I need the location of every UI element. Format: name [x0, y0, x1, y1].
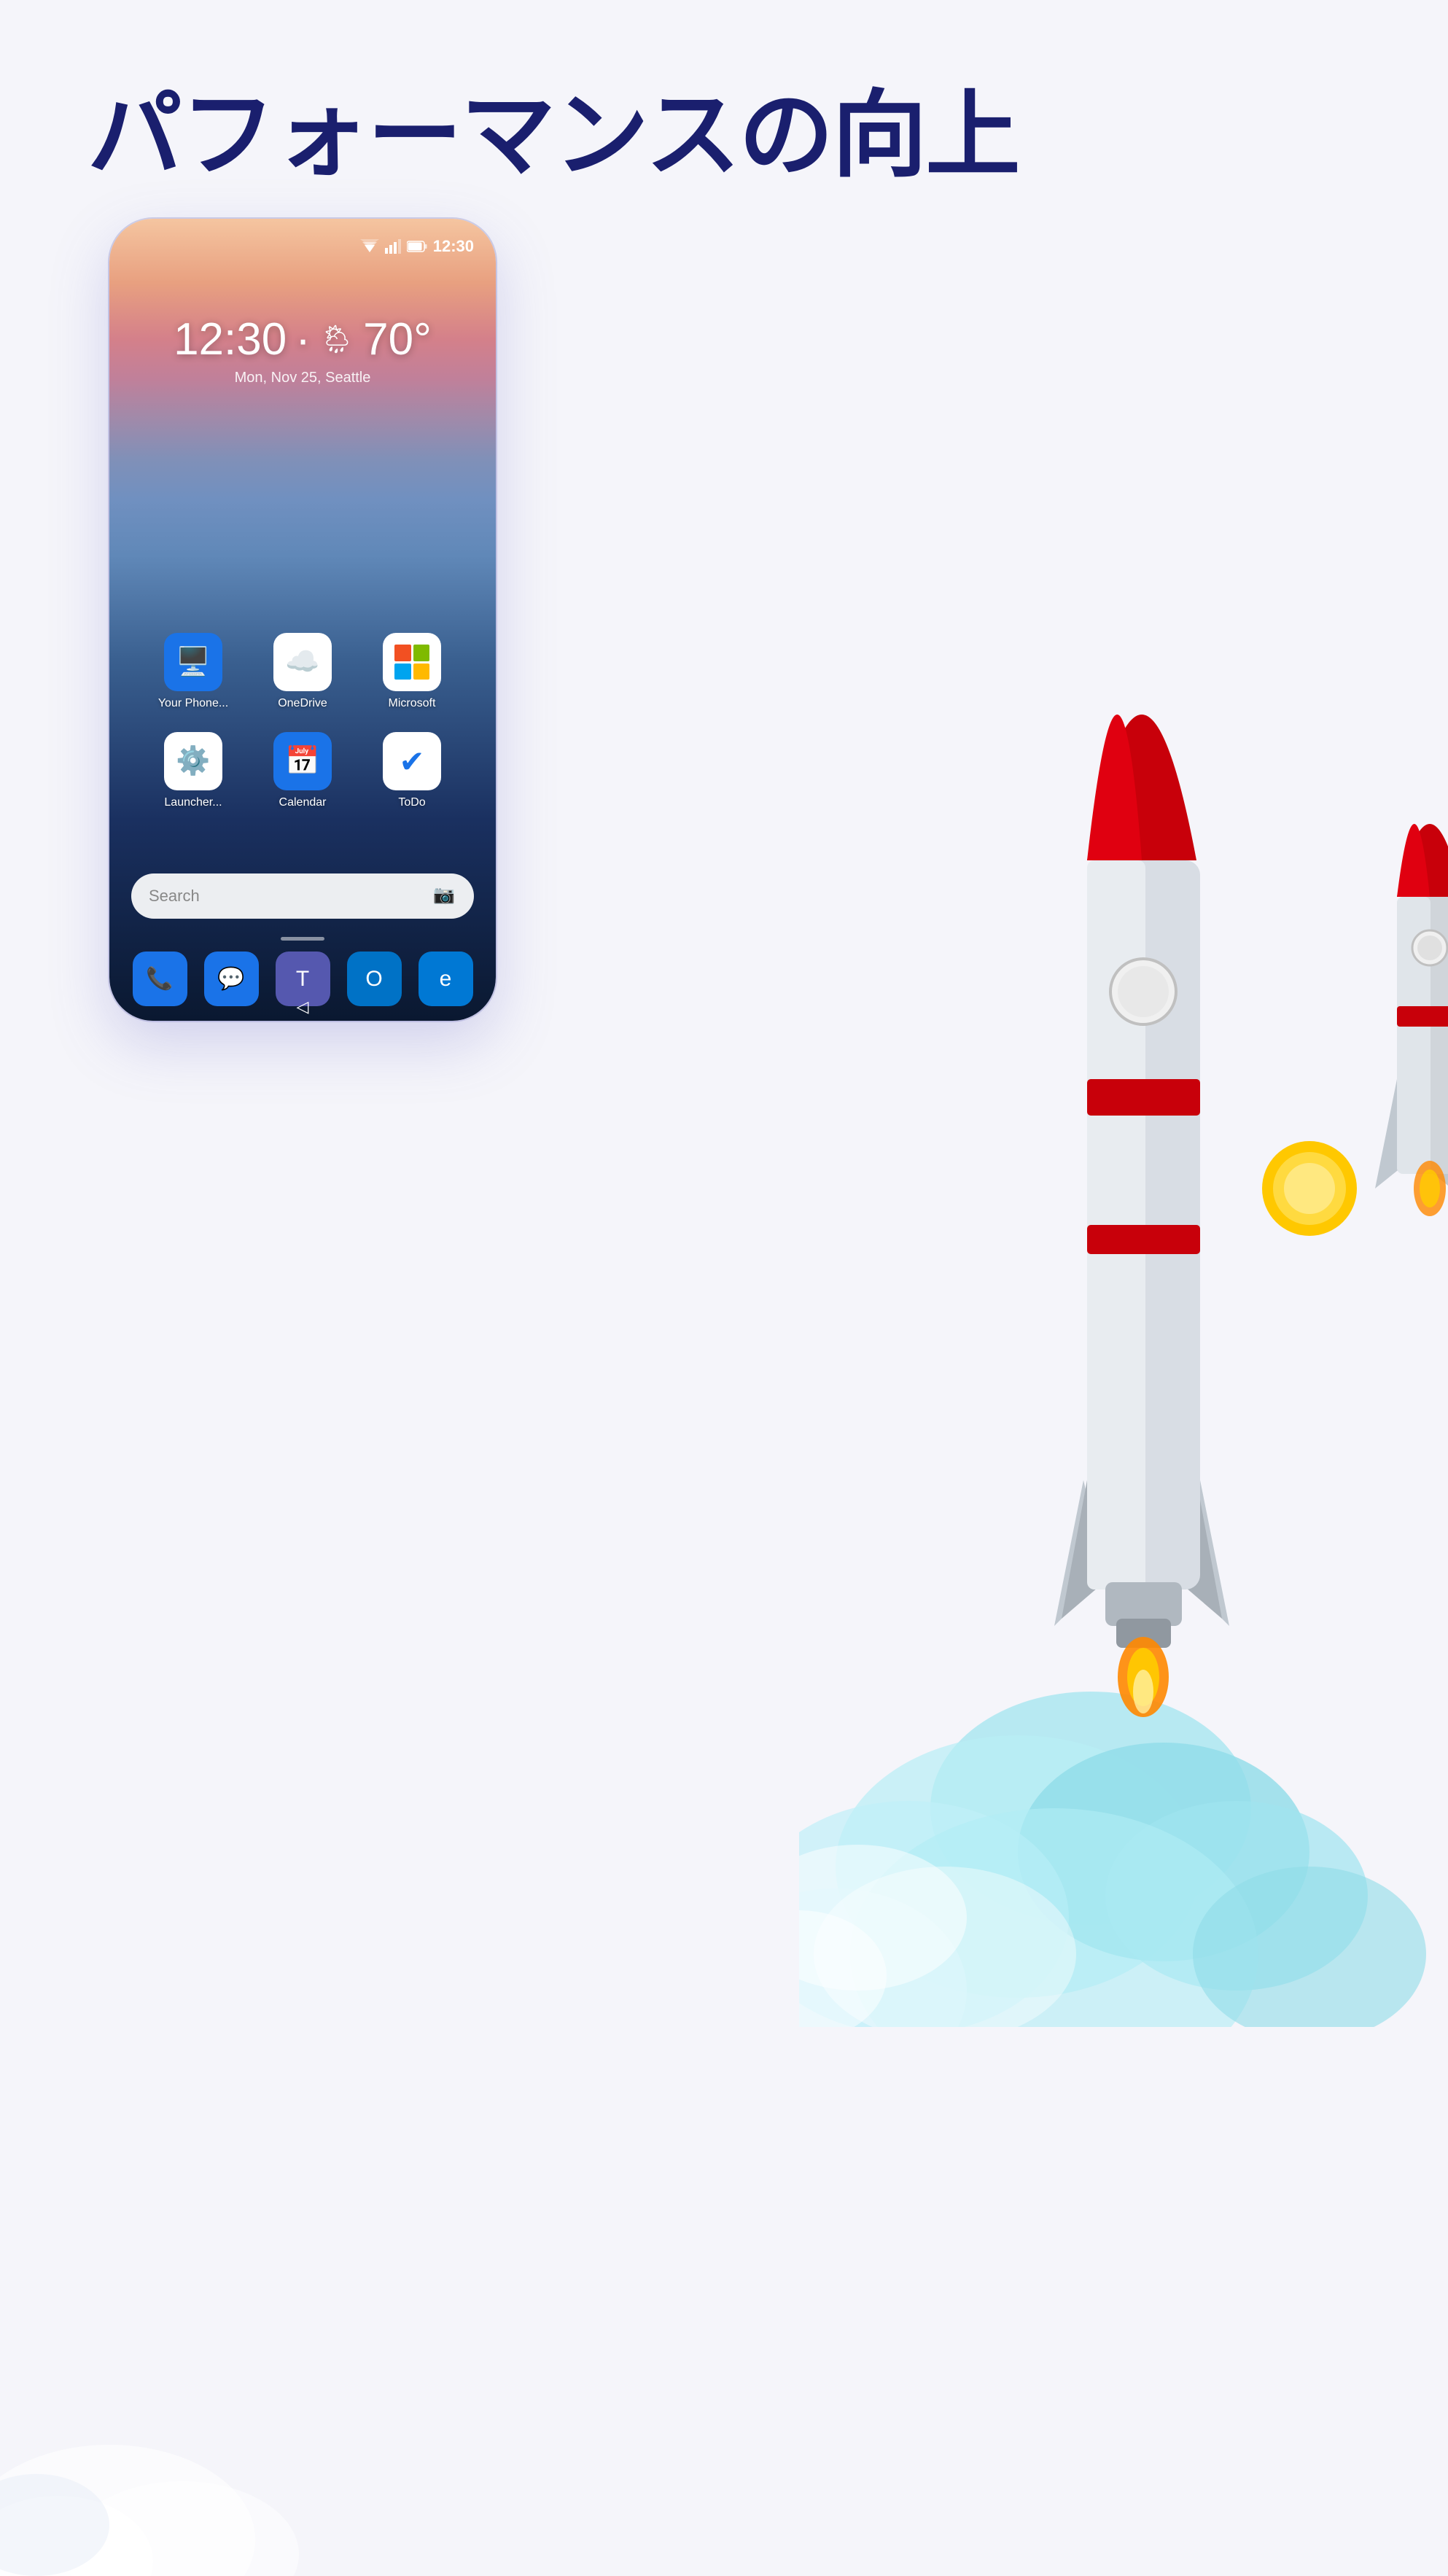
todo-icon: ✔ [383, 732, 441, 790]
ms-grid [394, 645, 429, 680]
microsoft-label: Microsoft [389, 697, 436, 710]
onedrive-glyph: ☁️ [285, 646, 319, 678]
status-bar: 12:30 [109, 233, 496, 260]
dock-outlook[interactable]: O [347, 952, 402, 1006]
search-placeholder: Search [149, 887, 433, 906]
camera-search-icon[interactable]: 📷 [433, 884, 456, 908]
search-bar[interactable]: Search 📷 [131, 873, 474, 919]
launcher-glyph: ⚙️ [176, 745, 210, 777]
onedrive-icon: ☁️ [273, 633, 332, 691]
edge-glyph: e [440, 967, 452, 992]
wifi-icon [360, 239, 379, 254]
clock-time: 12:30 [174, 314, 287, 365]
dock-phone[interactable]: 📞 [133, 952, 187, 1006]
page-title: パフォーマンスの向上 [87, 58, 1019, 195]
clock-date: Mon, Nov 25, Seattle [109, 370, 496, 386]
calendar-glyph: 📅 [285, 745, 319, 777]
status-icons: 12:30 [360, 237, 474, 256]
dock-edge[interactable]: e [419, 952, 473, 1006]
phone-mockup: 12:30 12:30 · 🌦 70° Mon, Nov 25, Seattle [109, 219, 496, 1021]
nav-indicator [281, 937, 324, 941]
todo-label: ToDo [398, 796, 425, 809]
messages-glyph: 💬 [217, 966, 244, 992]
rocket-illustration [799, 423, 1448, 2027]
back-chevron-icon: ◁ [297, 997, 309, 1016]
app-onedrive[interactable]: ☁️ OneDrive [262, 633, 343, 710]
your-phone-icon: 🖥️ [164, 633, 222, 691]
your-phone-label: Your Phone... [158, 697, 228, 710]
clock-widget: 12:30 · 🌦 70° Mon, Nov 25, Seattle [109, 314, 496, 386]
clock-separator: · [295, 314, 311, 365]
microsoft-icon [383, 633, 441, 691]
launcher-label: Launcher... [164, 796, 222, 809]
your-phone-glyph: 🖥️ [176, 646, 210, 678]
clock-temp: 70° [363, 314, 432, 365]
launcher-icon: ⚙️ [164, 732, 222, 790]
app-row-1: 🖥️ Your Phone... ☁️ OneDrive [139, 633, 467, 710]
dock-messages[interactable]: 💬 [204, 952, 259, 1006]
app-microsoft[interactable]: Microsoft [372, 633, 452, 710]
app-todo[interactable]: ✔ ToDo [372, 732, 452, 809]
back-button[interactable]: ◁ [297, 997, 309, 1016]
calendar-label: Calendar [279, 796, 327, 809]
outlook-glyph: O [365, 967, 382, 992]
teams-glyph: T [296, 967, 309, 992]
phone-glyph: 📞 [146, 966, 173, 992]
cloud-bottom-left [0, 2284, 365, 2576]
app-row-2: ⚙️ Launcher... 📅 Calendar ✔ [139, 732, 467, 809]
status-time: 12:30 [433, 237, 474, 256]
calendar-icon: 📅 [273, 732, 332, 790]
app-launcher[interactable]: ⚙️ Launcher... [153, 732, 233, 809]
onedrive-label: OneDrive [278, 697, 327, 710]
app-your-phone[interactable]: 🖥️ Your Phone... [153, 633, 233, 710]
weather-icon-inline: 🌦 [319, 324, 354, 356]
app-grid: 🖥️ Your Phone... ☁️ OneDrive [109, 633, 496, 831]
todo-glyph: ✔ [399, 744, 424, 779]
app-calendar[interactable]: 📅 Calendar [262, 732, 343, 809]
battery-icon [407, 241, 427, 252]
signal-icon [385, 239, 401, 254]
